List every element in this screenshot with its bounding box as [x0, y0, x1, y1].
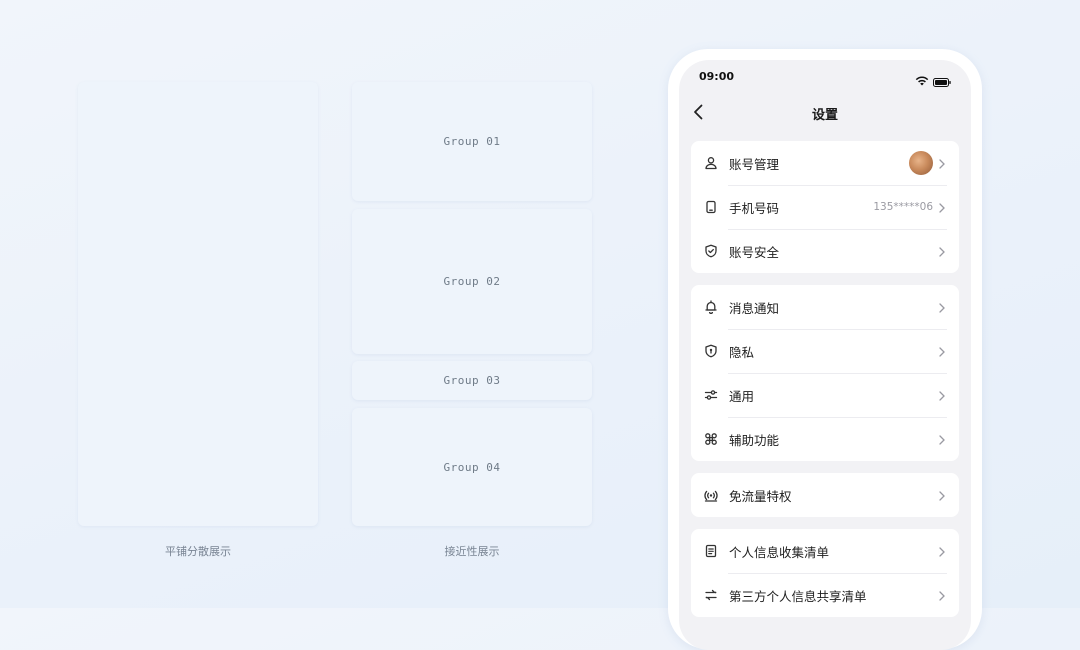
- chevron-right-icon: [935, 588, 949, 602]
- chevron-right-icon: [935, 544, 949, 558]
- chevron-right-icon: [935, 432, 949, 446]
- proximity-display-caption: 接近性展示: [444, 545, 500, 558]
- settings-row-label: 个人信息收集清单: [729, 544, 830, 560]
- phone-number-value: 135*****06: [873, 201, 933, 213]
- chevron-right-icon: [935, 200, 949, 214]
- settings-row-label: 手机号码: [729, 200, 780, 216]
- share-icon: [703, 587, 719, 603]
- personal-info-card: 个人信息收集清单 第三方个人信息共享清单: [691, 529, 959, 617]
- chevron-right-icon: [935, 488, 949, 502]
- settings-row-account-management[interactable]: 账号管理: [691, 141, 959, 185]
- settings-row-label: 账号管理: [729, 156, 780, 172]
- settings-row-account-security[interactable]: 账号安全: [691, 229, 959, 273]
- avatar: [909, 151, 933, 175]
- settings-row-label: 账号安全: [729, 244, 780, 260]
- settings-row-label: 辅助功能: [729, 432, 780, 448]
- signal-icon: [703, 487, 719, 503]
- group-label: Group 04: [443, 460, 501, 474]
- general-settings-card: 消息通知 隐私 通用 辅助功能: [691, 285, 959, 461]
- settings-row-phone-number[interactable]: 手机号码 135*****06: [691, 185, 959, 229]
- sliders-icon: [703, 387, 719, 403]
- chevron-right-icon: [935, 156, 949, 170]
- account-settings-card: 账号管理 手机号码 135*****06 账号安全: [691, 141, 959, 273]
- chevron-right-icon: [935, 300, 949, 314]
- settings-row-label: 第三方个人信息共享清单: [729, 588, 867, 604]
- settings-row-personal-info-list[interactable]: 个人信息收集清单: [691, 529, 959, 573]
- phone-screen: 09:00 设置 账号管理 手机号码 135*****06 账号安全 消息通知 …: [679, 60, 971, 650]
- command-icon: [703, 431, 719, 447]
- document-icon: [703, 543, 719, 559]
- group-label: Group 01: [443, 135, 501, 148]
- wifi-icon: [915, 71, 929, 90]
- tiled-display-caption: 平铺分散展示: [165, 545, 231, 558]
- group-box-03: Group 03: [352, 361, 592, 400]
- group-box-02: Group 02: [352, 209, 592, 354]
- settings-row-privacy[interactable]: 隐私: [691, 329, 959, 373]
- settings-row-label: 消息通知: [729, 300, 780, 316]
- shield-check-icon: [703, 243, 719, 259]
- group-box-04: Group 04: [352, 408, 592, 526]
- group-box-01: Group 01: [352, 82, 592, 201]
- nav-bar: 设置: [679, 96, 971, 128]
- tiled-display-panel: [78, 82, 318, 526]
- status-time: 09:00: [699, 70, 735, 83]
- bell-icon: [703, 299, 719, 315]
- privacy-shield-icon: [703, 343, 719, 359]
- chevron-right-icon: [935, 388, 949, 402]
- settings-row-label: 免流量特权: [729, 488, 792, 504]
- settings-row-label: 隐私: [729, 344, 755, 360]
- group-label: Group 02: [443, 275, 501, 288]
- settings-row-label: 通用: [729, 388, 755, 404]
- chevron-right-icon: [935, 344, 949, 358]
- group-label: Group 03: [443, 374, 501, 387]
- chevron-right-icon: [935, 244, 949, 258]
- settings-row-accessibility[interactable]: 辅助功能: [691, 417, 959, 461]
- settings-row-notifications[interactable]: 消息通知: [691, 285, 959, 329]
- settings-row-third-party-sharing[interactable]: 第三方个人信息共享清单: [691, 573, 959, 617]
- settings-row-free-data[interactable]: 免流量特权: [691, 473, 959, 517]
- phone-icon: [703, 199, 719, 215]
- settings-row-general[interactable]: 通用: [691, 373, 959, 417]
- battery-icon: [933, 72, 951, 91]
- page-title: 设置: [811, 108, 838, 123]
- data-privilege-card: 免流量特权: [691, 473, 959, 517]
- user-icon: [703, 155, 719, 171]
- status-bar: 09:00: [679, 60, 971, 94]
